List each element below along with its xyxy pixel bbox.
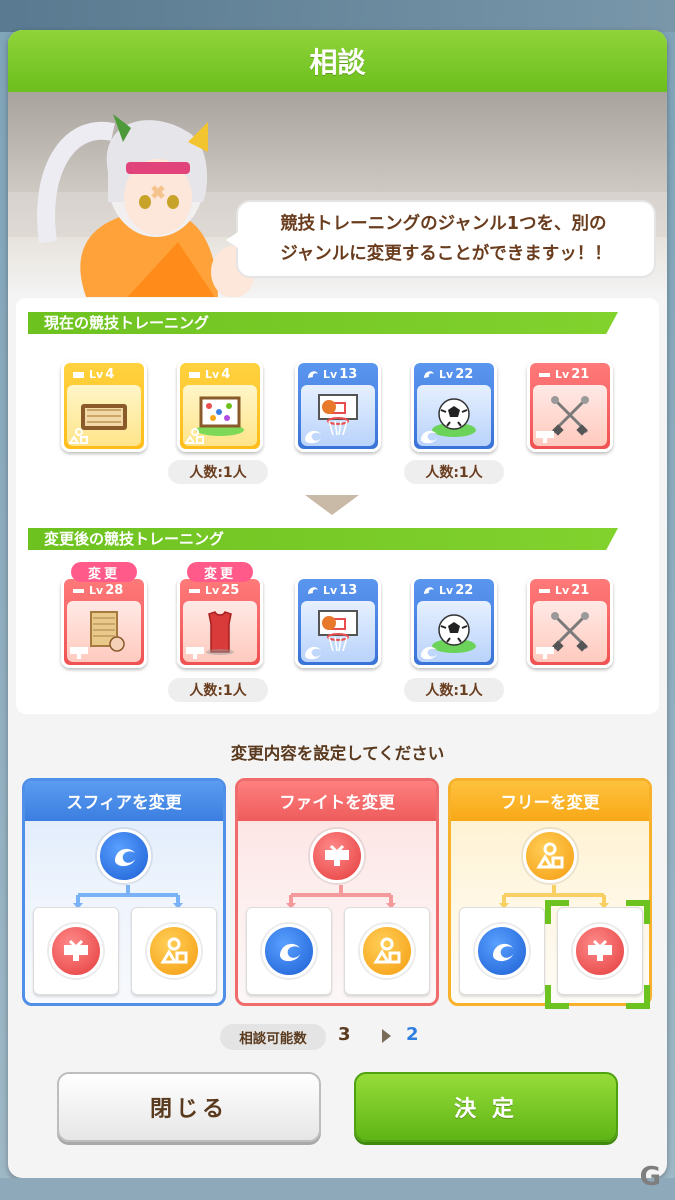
background-header	[0, 0, 675, 32]
sphere-icon	[418, 427, 440, 445]
option-change-free[interactable]: フリーを変更	[448, 778, 652, 1006]
shapes-icon	[68, 427, 90, 445]
level-label: Lv 25	[180, 579, 260, 601]
current-training-card: Lv 4	[177, 360, 263, 452]
current-training-card: Lv 22	[411, 360, 497, 452]
fight-icon	[534, 427, 556, 445]
selection-corner-icon	[626, 900, 650, 924]
level-value: 25	[221, 582, 240, 598]
member-count: 人数:1人	[168, 678, 268, 702]
sphere-icon	[97, 829, 151, 883]
fight-icon	[184, 643, 206, 661]
current-section-title: 現在の競技トレーニング	[28, 312, 618, 334]
level-value: 4	[221, 366, 231, 382]
after-training-card: Lv 13	[295, 576, 381, 668]
shapes-icon	[184, 427, 206, 445]
consult-count-label: 相談可能数	[220, 1024, 326, 1050]
message-line-2: ジャンルに変更することができますッ！！	[280, 244, 612, 264]
background-footer	[0, 1178, 675, 1200]
member-count: 人数:1人	[404, 460, 504, 484]
changed-badge: 変更	[71, 562, 137, 582]
level-value: 13	[339, 366, 358, 382]
current-training-card: Lv 21	[527, 360, 613, 452]
logo-icon: G	[639, 1162, 661, 1192]
level-value: 21	[571, 582, 590, 598]
option-label: スフィアを変更	[25, 781, 223, 821]
fight-icon	[49, 924, 103, 978]
confirm-button[interactable]: 決 定	[354, 1072, 618, 1142]
level-label: Lv 22	[414, 579, 494, 601]
shapes-icon	[147, 924, 201, 978]
shapes-icon	[523, 829, 577, 883]
fight-icon	[68, 643, 90, 661]
target-sphere-choice[interactable]	[246, 907, 332, 995]
close-button[interactable]: 閉じる	[57, 1072, 321, 1142]
fight-icon	[534, 643, 556, 661]
level-value: 13	[339, 582, 358, 598]
level-label: Lv 21	[530, 363, 610, 385]
current-training-card: Lv 13	[295, 360, 381, 452]
option-change-sphere[interactable]: スフィアを変更	[22, 778, 226, 1006]
target-sphere-choice[interactable]	[459, 907, 545, 995]
level-label: Lv 21	[530, 579, 610, 601]
instruction-text: 変更内容を設定してください	[230, 744, 445, 763]
changed-badge: 変更	[187, 562, 253, 582]
after-training-card: Lv 22	[411, 576, 497, 668]
level-value: 21	[571, 366, 590, 382]
sphere-icon	[302, 427, 324, 445]
level-value: 22	[455, 366, 474, 382]
after-training-card: Lv 21	[527, 576, 613, 668]
after-training-card: Lv 25	[177, 576, 263, 668]
level-label: Lv 4	[180, 363, 260, 385]
option-label: ファイトを変更	[238, 781, 436, 821]
level-value: 28	[105, 582, 124, 598]
current-training-card: Lv 4	[61, 360, 147, 452]
member-count: 人数:1人	[404, 678, 504, 702]
consult-count-after: 2	[406, 1024, 419, 1045]
shapes-icon	[360, 924, 414, 978]
level-value: 22	[455, 582, 474, 598]
level-label: Lv 13	[298, 579, 378, 601]
character-portrait	[37, 114, 255, 297]
sphere-icon	[475, 924, 529, 978]
sphere-icon	[302, 643, 324, 661]
arrow-down-icon	[305, 495, 359, 515]
option-change-fight[interactable]: ファイトを変更	[235, 778, 439, 1006]
selection-corner-icon	[545, 900, 569, 924]
dialog-title: 相談	[8, 30, 667, 92]
branch-connector	[286, 885, 396, 909]
target-fight-choice[interactable]	[33, 907, 119, 995]
sphere-icon	[262, 924, 316, 978]
after-section-title: 変更後の競技トレーニング	[28, 528, 618, 550]
selection-corner-icon	[545, 985, 569, 1009]
after-training-card: Lv 28	[61, 576, 147, 668]
character-scene: 競技トレーニングのジャンル1つを、別の ジャンルに変更することができますッ！！	[8, 92, 667, 297]
level-label: Lv 22	[414, 363, 494, 385]
arrow-right-icon	[382, 1029, 391, 1043]
selection-corner-icon	[626, 985, 650, 1009]
sphere-icon	[418, 643, 440, 661]
member-count: 人数:1人	[168, 460, 268, 484]
fight-icon	[573, 924, 627, 978]
option-label: フリーを変更	[451, 781, 649, 821]
consult-count-before: 3	[338, 1024, 351, 1045]
speech-bubble: 競技トレーニングのジャンル1つを、別の ジャンルに変更することができますッ！！	[226, 200, 656, 278]
level-label: Lv 28	[64, 579, 144, 601]
branch-connector	[73, 885, 183, 909]
target-free-choice[interactable]	[131, 907, 217, 995]
level-label: Lv 4	[64, 363, 144, 385]
target-free-choice[interactable]	[344, 907, 430, 995]
level-value: 4	[105, 366, 115, 382]
message-line-1: 競技トレーニングのジャンル1つを、別の	[280, 214, 607, 234]
fight-icon	[310, 829, 364, 883]
level-label: Lv 13	[298, 363, 378, 385]
